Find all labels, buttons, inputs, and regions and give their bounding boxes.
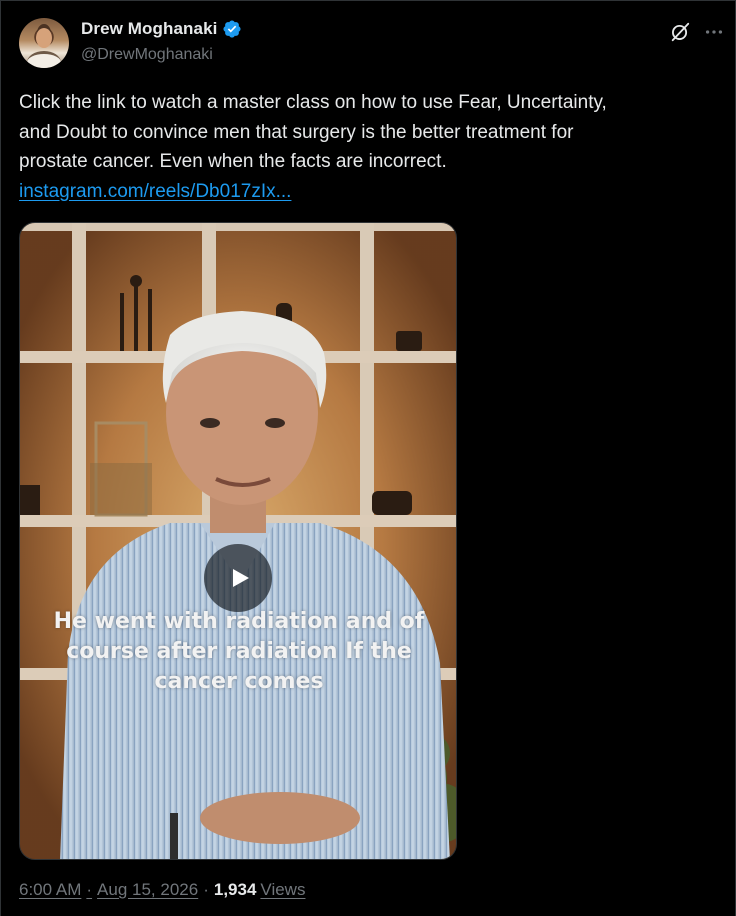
tweet-meta: 6:00 AM · Aug 15, 2026 · 1,934 Views bbox=[19, 880, 305, 900]
avatar[interactable] bbox=[19, 18, 69, 68]
tweet-text-line: Click the link to watch a master class o… bbox=[19, 92, 607, 113]
avatar-shirt bbox=[27, 51, 61, 68]
tweet-text-line: and Doubt to convince men that surgery i… bbox=[19, 121, 574, 143]
author-name-row[interactable]: Drew Moghanaki bbox=[81, 19, 242, 39]
separator-dot: · bbox=[86, 880, 93, 899]
play-button[interactable] bbox=[204, 544, 272, 612]
verified-badge-icon bbox=[223, 20, 242, 38]
tweet-text-line: prostate cancer. Even when the facts are… bbox=[19, 151, 447, 172]
timestamp-time: 6:00 AM bbox=[19, 880, 82, 899]
views-label[interactable]: Views bbox=[256, 880, 305, 900]
video-caption-line: course after radiation If the bbox=[66, 639, 412, 664]
video-frame bbox=[20, 223, 456, 859]
tweet-link[interactable]: instagram.com/reels/Db017zIx... bbox=[19, 177, 719, 207]
separator-dot: · bbox=[203, 880, 209, 899]
views-count: 1,934 bbox=[213, 880, 257, 899]
tweet-text: Click the link to watch a master class o… bbox=[19, 88, 719, 206]
tweet-card: Drew Moghanaki @DrewMoghanaki Click the … bbox=[0, 0, 736, 916]
divider bbox=[1, 0, 736, 1]
timestamp-link[interactable]: 6:00 AM · Aug 15, 2026 bbox=[19, 880, 198, 900]
author-handle[interactable]: @DrewMoghanaki bbox=[81, 46, 213, 64]
grok-icon[interactable] bbox=[669, 21, 691, 43]
author-display-name[interactable]: Drew Moghanaki bbox=[81, 19, 217, 39]
timestamp-date: Aug 15, 2026 bbox=[97, 880, 199, 899]
video-caption-line: cancer comes bbox=[154, 669, 324, 694]
more-icon[interactable] bbox=[703, 21, 725, 43]
play-icon bbox=[233, 569, 249, 587]
video-caption-line: He went with radiation and of bbox=[53, 609, 425, 634]
avatar-face bbox=[36, 28, 52, 48]
video-player[interactable]: He went with radiation and of course aft… bbox=[19, 222, 457, 860]
video-caption: He went with radiation and of course aft… bbox=[20, 607, 456, 697]
